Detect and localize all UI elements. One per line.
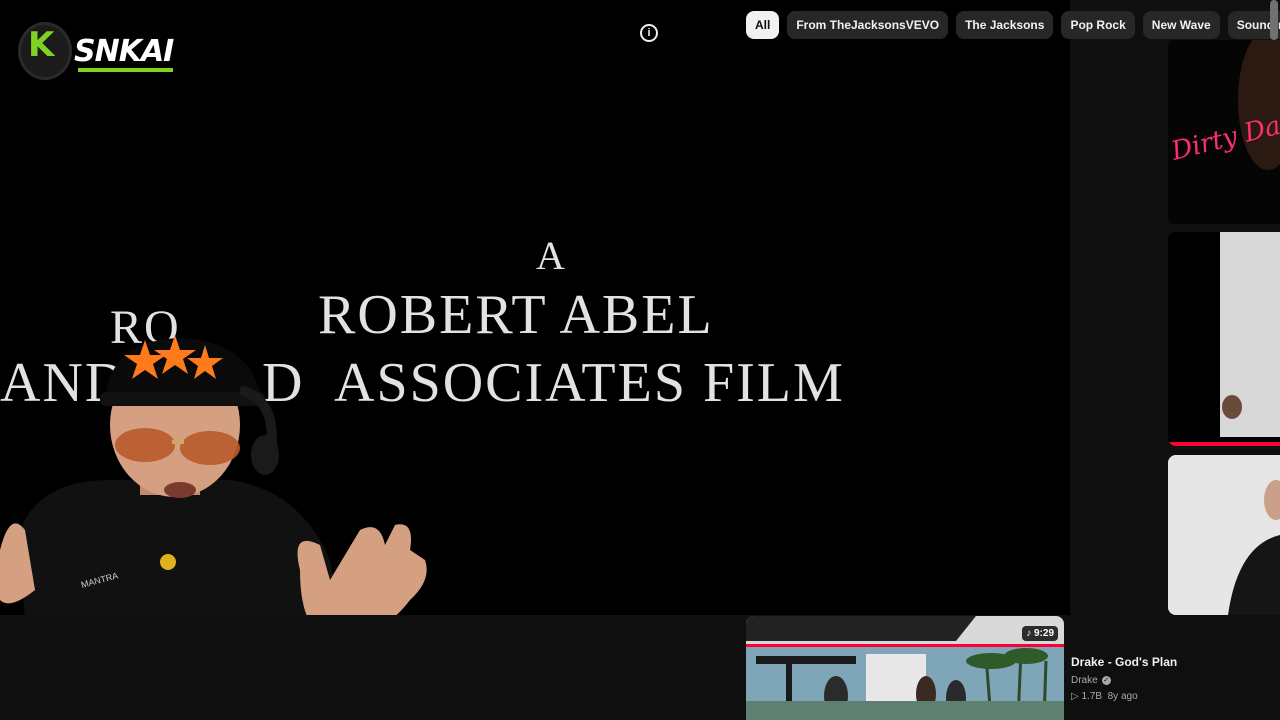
- side-thumbnail-2[interactable]: [1168, 232, 1280, 446]
- chip-from-thejacksonsvevo[interactable]: From TheJacksonsVEVO: [787, 11, 949, 39]
- duration-text: 9:29: [1033, 628, 1054, 639]
- side-thumbnail-1[interactable]: Dirty Danc: [1168, 40, 1280, 224]
- duration-badge: ♪ 9:29: [1022, 626, 1058, 641]
- chip-the-jacksons[interactable]: The Jacksons: [956, 11, 1054, 39]
- recommendation-thumbnail[interactable]: ♪ 9:29: [746, 616, 1064, 720]
- channel-logo: K SNKAI: [18, 18, 174, 80]
- frame-text-a: A: [536, 233, 567, 278]
- logo-k-icon: K: [28, 25, 55, 65]
- webcam-person: MANTRA: [0, 335, 427, 615]
- view-count: 1.7B: [1081, 691, 1103, 702]
- upload-age: 8y ago: [1107, 691, 1138, 702]
- recommendation-channel[interactable]: Drake ✓: [1071, 675, 1111, 686]
- chip-new-wave[interactable]: New Wave: [1142, 11, 1220, 39]
- channel-name[interactable]: Drake: [1071, 675, 1098, 686]
- chip-pop-rock[interactable]: Pop Rock: [1061, 11, 1135, 39]
- recommendation-title[interactable]: Drake - God's Plan: [1071, 655, 1177, 669]
- video-player[interactable]: A RO ROBERT ABEL AND D ASSOCIATES FILM K…: [0, 0, 1070, 615]
- filter-chips: All From TheJacksonsVEVO The Jacksons Po…: [746, 11, 1280, 39]
- play-count-icon: ▷: [1071, 691, 1082, 702]
- recommendation-meta: ▷ 1.7B 8y ago: [1071, 691, 1138, 702]
- recommendation-watch-progress: [746, 644, 1064, 647]
- verified-icon: ✓: [1101, 676, 1111, 685]
- info-icon[interactable]: i: [640, 24, 658, 42]
- logo-wordmark: SNKAI: [74, 34, 174, 69]
- logo-underline: [78, 68, 173, 72]
- side-thumbnail-3[interactable]: [1168, 455, 1280, 615]
- music-note-icon: ♪: [1026, 628, 1034, 639]
- page-scrollbar[interactable]: [1270, 0, 1278, 40]
- chip-all[interactable]: All: [746, 11, 780, 39]
